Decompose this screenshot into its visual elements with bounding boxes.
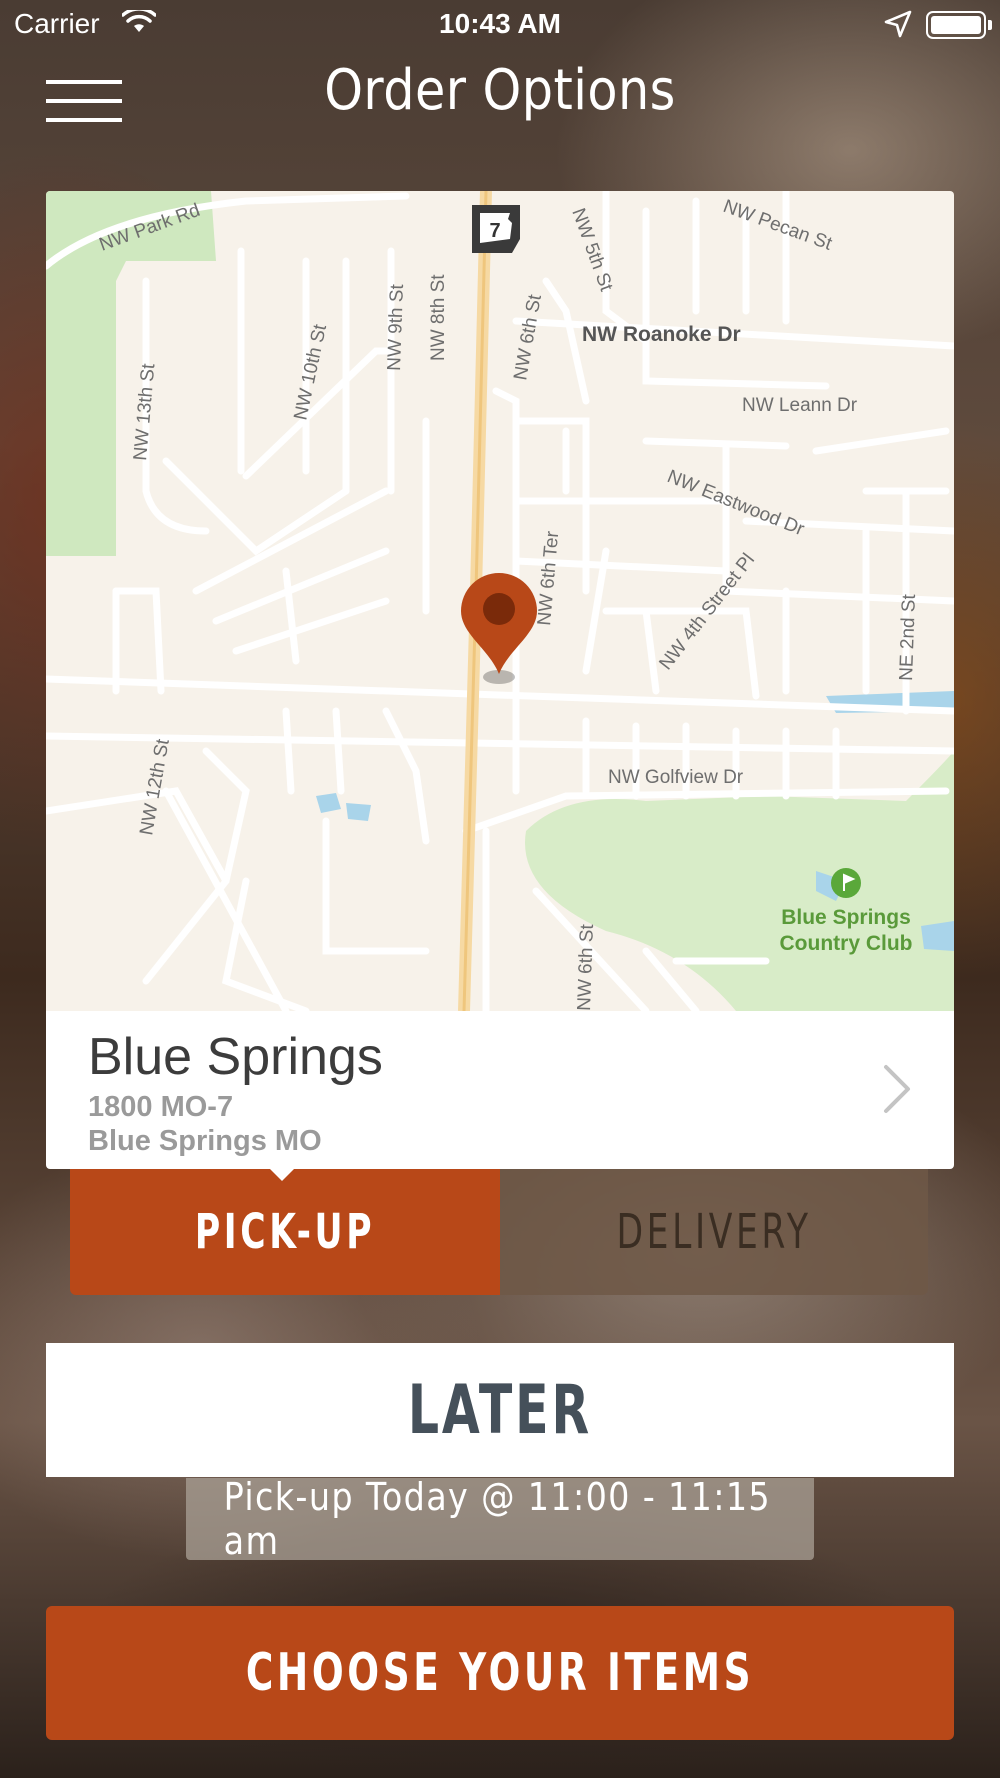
status-time: 10:43 AM: [439, 8, 561, 39]
later-label: LATER: [407, 1370, 593, 1450]
street-label: NE 2nd St: [896, 593, 920, 681]
street-label: NW 8th St: [428, 274, 449, 361]
location-arrow-icon: [884, 10, 912, 43]
store-map[interactable]: 7 NW Park Rd NW Pecan St NW 5th St NW Ro…: [46, 191, 954, 1011]
street-label: NW Pecan St: [720, 196, 835, 255]
street-label: NW 10th St: [290, 322, 331, 422]
street-label: NW 6th St: [574, 923, 598, 1011]
location-card[interactable]: Blue Springs 1800 MO-7 Blue Springs MO: [46, 1011, 954, 1169]
svg-text:7: 7: [489, 220, 500, 242]
location-address-line2: Blue Springs MO: [88, 1125, 322, 1157]
pickup-label: PICK-UP: [194, 1204, 376, 1260]
pickup-tab[interactable]: PICK-UP: [70, 1167, 500, 1295]
delivery-tab[interactable]: DELIVERY: [500, 1169, 928, 1295]
golf-course-icon: [831, 868, 861, 898]
route-shield-icon: 7: [472, 205, 520, 253]
delivery-label: DELIVERY: [616, 1204, 812, 1260]
choose-items-label: CHOOSE YOUR ITEMS: [245, 1643, 755, 1703]
battery-nub: [988, 20, 992, 30]
poi-label: Blue Springs: [781, 906, 911, 929]
street-label: NW 6th St: [510, 292, 546, 382]
status-bar: Carrier 10:43 AM: [0, 0, 1000, 50]
location-name: Blue Springs: [88, 1028, 383, 1086]
street-label: NW Golfview Dr: [608, 767, 744, 788]
later-button[interactable]: LATER: [46, 1343, 954, 1477]
street-label: NW Roanoke Dr: [582, 323, 741, 346]
chevron-right-icon: [874, 1061, 916, 1117]
street-label: NW 13th St: [130, 362, 159, 461]
street-label: NW 6th Ter: [534, 530, 563, 627]
street-label: NW 12th St: [136, 737, 174, 837]
street-label: NW Leann Dr: [742, 395, 858, 416]
street-label: NW 9th St: [384, 283, 408, 371]
location-address-line1: 1800 MO-7: [88, 1091, 234, 1123]
choose-items-button[interactable]: CHOOSE YOUR ITEMS: [46, 1606, 954, 1740]
battery-icon: [926, 11, 986, 39]
pickup-time-text: Pick-up Today @ 11:00 - 11:15 am: [223, 1475, 772, 1563]
poi-label: Country Club: [780, 932, 913, 955]
map-canvas: 7 NW Park Rd NW Pecan St NW 5th St NW Ro…: [46, 191, 954, 1011]
page-title: Order Options: [324, 58, 676, 123]
pickup-time-chip: Pick-up Today @ 11:00 - 11:15 am: [186, 1475, 814, 1563]
